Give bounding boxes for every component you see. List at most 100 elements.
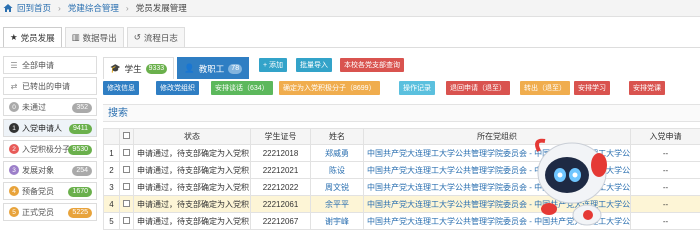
tab-student[interactable]: 🎓 学生 9333 [103,57,175,79]
tab-label: 党员发展 [20,32,55,43]
sidebar-item-probationary-member[interactable]: 4 预备党员 1670 [3,182,97,200]
row-student-id: 22212022 [250,178,311,196]
sidebar-item-full-member[interactable]: 5 正式党员 5225 [3,203,97,221]
row-index: 5 [103,212,120,230]
step-number-badge: 5 [9,207,19,217]
row-apply-date: -- [630,144,700,162]
tab-faculty[interactable]: 👤 教职工 78 [177,57,250,79]
star-icon: ★ [10,32,18,42]
row-checkbox[interactable] [119,195,134,213]
breadcrumb-current: 党员发展管理 [135,3,187,13]
row-apply-date: -- [630,178,700,196]
row-apply-date: -- [630,212,700,230]
sidebar-item-label: 已转出的申请 [22,81,70,91]
tab-label: 数据导出 [82,32,117,43]
confirm-activist-button[interactable]: 确定为入党积极分子（8699） [279,81,380,95]
chart-icon: ▥ [71,32,80,42]
breadcrumb-home-link[interactable]: 回到首页 [17,2,51,14]
sidebar-item-label: 正式党员 [22,207,54,217]
sidebar-item-activist[interactable]: 2 入党积极分子 9530 [3,140,97,158]
row-checkbox[interactable] [119,178,134,196]
row-status: 申请通过，待支部确定为入党积 [133,212,251,230]
count-badge: 254 [72,166,92,176]
tab-divider [0,47,700,48]
tab-process-log[interactable]: ↺ 流程日志 [126,27,185,47]
operation-log-button[interactable]: 操作记录 [399,81,435,95]
graduation-cap-icon: 🎓 [110,63,121,73]
history-icon: ↺ [133,32,141,42]
row-student-id: 22212018 [250,144,311,162]
row-checkbox[interactable] [119,212,134,230]
column-header-name[interactable]: 姓名 [310,128,364,145]
transfer-icon: ⇄ [10,81,18,91]
breadcrumb: 回到首页 › 党建综合管理 › 党员发展管理 [0,0,700,17]
row-name-link[interactable]: 余平平 [310,195,364,213]
sidebar-item-development-target[interactable]: 3 发展对象 254 [3,161,97,179]
transfer-out-button[interactable]: 转出（退至） [520,81,570,95]
tab-label: 学生 [124,63,142,74]
row-status: 申请通过，待支部确定为入党积 [133,161,251,179]
count-badge: 9530 [68,145,92,155]
row-name-link[interactable]: 谢宇峰 [310,212,364,230]
step-number-badge: 2 [9,144,19,154]
search-section-title[interactable]: 搜索 [103,104,700,122]
sidebar-item-label: 入党申请人 [22,123,62,133]
return-application-button[interactable]: 退回申请（退至） [446,81,510,95]
breadcrumb-level1[interactable]: 党建综合管理 [68,2,119,14]
row-name-link[interactable]: 陈设 [310,161,364,179]
row-name-link[interactable]: 郑威勇 [310,144,364,162]
sidebar-item-label: 入党积极分子 [22,144,70,154]
sidebar-item-label: 全部申请 [22,60,54,70]
row-index: 1 [103,144,120,162]
schedule-talk-button[interactable]: 安排谈话（634） [211,81,273,95]
count-badge: 9411 [68,124,92,134]
count-badge: 352 [72,103,92,113]
step-number-badge: 4 [9,186,19,196]
column-header-apply-date[interactable]: 入党申请 [630,128,700,145]
count-badge: 78 [228,63,243,74]
add-button[interactable]: + 添加 [259,58,288,72]
list-icon: ☰ [10,60,18,70]
home-icon [3,4,13,12]
count-badge: 5225 [68,208,92,218]
sidebar-item-all[interactable]: ☰ 全部申请 [3,56,97,74]
breadcrumb-separator: › [125,3,129,13]
breadcrumb-separator: › [58,3,61,13]
status-sidebar: ☰ 全部申请 ⇄ 已转出的申请 0 未通过 352 1 入党申请人 9411 2… [3,56,97,224]
step-number-badge: 1 [9,123,19,133]
row-name-link[interactable]: 周文锐 [310,178,364,196]
branch-query-button[interactable]: 本校各党支部查询 [340,58,404,72]
tab-party-development[interactable]: ★ 党员发展 [3,27,62,47]
sidebar-item-rejected[interactable]: 0 未通过 352 [3,98,97,116]
count-badge: 1670 [68,187,92,197]
row-status: 申请通过，待支部确定为入党积 [133,178,251,196]
column-header-student-id[interactable]: 学生证号 [250,128,311,145]
bulk-import-button[interactable]: 批量导入 [296,58,332,72]
row-checkbox[interactable] [119,161,134,179]
row-index: 3 [103,178,120,196]
user-icon: 👤 [184,63,195,73]
row-checkbox[interactable] [119,144,134,162]
arrange-study-button[interactable]: 安排学习 [574,81,610,95]
row-apply-date: -- [630,161,700,179]
sidebar-item-applicant[interactable]: 1 入党申请人 9411 [3,119,97,137]
arrange-class-button[interactable]: 安排党课 [629,81,665,95]
tab-label: 流程日志 [143,32,178,43]
tab-label: 教职工 [198,63,225,74]
row-student-id: 22212067 [250,212,311,230]
tab-data-export[interactable]: ▥ 数据导出 [64,27,124,47]
person-type-tabs: 🎓 学生 9333 👤 教职工 78 [103,57,250,79]
edit-org-button[interactable]: 修改党组织 [156,81,199,95]
robot-mascot-icon[interactable] [527,131,617,231]
row-index: 2 [103,161,120,179]
sidebar-item-transferred[interactable]: ⇄ 已转出的申请 [3,77,97,95]
step-number-badge: 3 [9,165,19,175]
step-number-badge: 0 [9,102,19,112]
row-apply-date: -- [630,195,700,213]
edit-info-button[interactable]: 修改信息 [103,81,139,95]
select-all-checkbox[interactable] [119,128,134,145]
row-student-id: 22212021 [250,161,311,179]
column-header-index [103,128,120,145]
row-index: 4 [103,195,120,213]
column-header-status[interactable]: 状态 [133,128,251,145]
